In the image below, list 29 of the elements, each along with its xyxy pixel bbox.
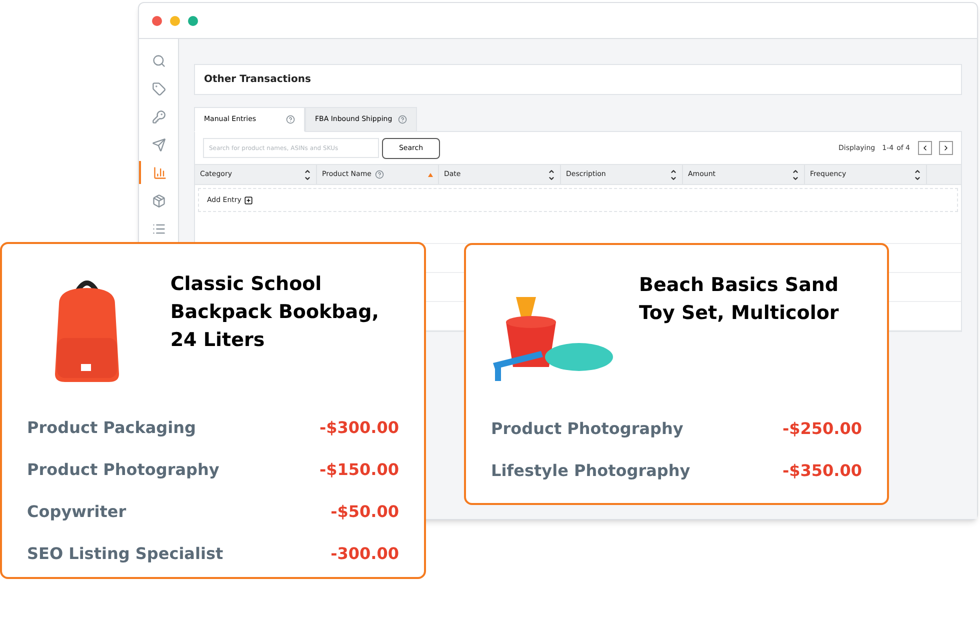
expense-label: SEO Listing Specialist [27,543,224,565]
panel-title: Other Transactions [204,73,311,87]
add-icon [244,196,254,204]
bar-chart-icon [152,166,166,180]
expense-amount: -$50.00 [330,501,399,523]
expense-amount: -300.00 [330,543,399,565]
product-title: Beach Basics Sand Toy Set, Multicolor [639,273,840,326]
help-icon [286,115,295,124]
tag-icon [152,82,166,96]
expense-amount: -$350.00 [782,460,862,482]
search-icon [152,54,166,68]
expense-label: Copywriter [27,501,126,523]
box-icon [152,194,166,208]
previous-page-button[interactable] [918,141,932,155]
expense-label: Product Packaging [27,417,196,439]
chevron-left-icon [921,144,929,152]
expense-amount: -$150.00 [319,459,399,481]
expense-amount: -$250.00 [782,418,862,440]
list-icon [152,222,166,236]
chevron-right-icon [942,144,950,152]
product-title: Classic School Backpack Bookbag, 24 Liters [170,272,380,353]
help-icon [398,115,408,124]
next-page-button[interactable] [939,141,953,155]
expense-amount: -$300.00 [319,417,399,439]
expense-label: Lifestyle Photography [491,460,690,482]
key-icon [152,110,166,124]
expense-label: Product Photography [27,459,220,481]
expense-label: Product Photography [491,418,684,440]
paper-plane-icon [152,138,166,152]
